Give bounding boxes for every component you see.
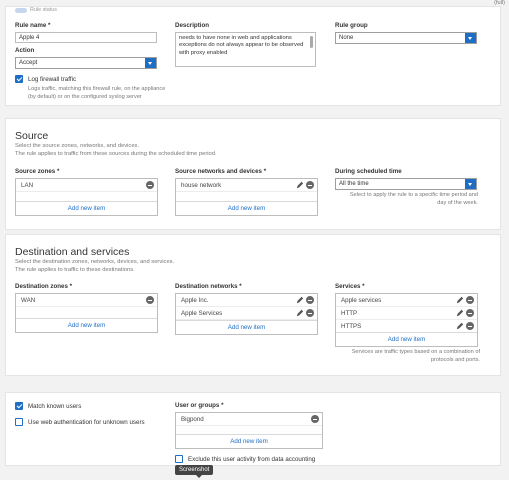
source-subtitle-1: Select the source zones, networks, and d…: [15, 143, 140, 149]
users-panel: Match known users Use web authentication…: [5, 392, 501, 466]
destination-subtitle-1: Select the destination zones, networks, …: [15, 259, 175, 265]
list-item-text: Apple Inc.: [181, 297, 209, 304]
destination-networks-label: Destination networks *: [175, 283, 242, 290]
source-subtitle-2: The rule applies to traffic from these s…: [15, 151, 217, 157]
log-traffic-help: Logs traffic, matching this firewall rul…: [28, 86, 166, 100]
source-title: Source: [15, 130, 49, 142]
list-item-text: HTTPS: [341, 323, 362, 330]
minus-circle-icon[interactable]: [466, 309, 474, 317]
exclude-accounting-label: Exclude this user activity from data acc…: [188, 456, 316, 463]
rule-status-toggle[interactable]: [15, 8, 27, 13]
source-panel: Source Select the source zones, networks…: [5, 118, 501, 230]
list-item: Apple Inc.: [176, 294, 317, 307]
destination-networks-list: Apple Inc. Apple Services Add new item: [175, 293, 318, 335]
list-item-text: Bigpond: [181, 416, 204, 423]
minus-circle-icon[interactable]: [466, 296, 474, 304]
source-networks-label: Source networks and devices *: [175, 168, 267, 175]
list-item: house network: [176, 179, 317, 192]
exclude-accounting-checkbox[interactable]: [175, 455, 183, 463]
destination-panel: Destination and services Select the dest…: [5, 234, 501, 376]
pencil-icon[interactable]: [456, 296, 464, 304]
screenshot-tooltip: Screenshot: [175, 465, 214, 478]
source-zones-label: Source zones *: [15, 168, 60, 175]
list-item-text: HTTP: [341, 310, 358, 317]
minus-circle-icon[interactable]: [466, 322, 474, 330]
list-item-text: WAN: [21, 297, 36, 304]
rule-panel: Rule status Rule name * Apple 4 Action A…: [5, 6, 501, 106]
description-textarea[interactable]: needs to have none in web and applicatio…: [175, 32, 316, 67]
destination-zones-add-button[interactable]: Add new item: [16, 318, 157, 332]
source-zones-list: LAN Add new item: [15, 178, 158, 216]
list-item: Apple services: [336, 294, 477, 307]
list-item-text: Apple services: [341, 297, 382, 304]
minus-circle-icon[interactable]: [306, 309, 314, 317]
description-scrollbar[interactable]: [310, 36, 313, 48]
list-item-text: Apple Services: [181, 310, 223, 317]
schedule-help: Select to apply the rule to a specific t…: [349, 192, 478, 206]
action-value: Accept: [19, 60, 38, 66]
description-text: needs to have none in web and applicatio…: [179, 35, 304, 56]
destination-zones-list: WAN Add new item: [15, 293, 158, 333]
services-list: Apple services HTTP HTTPS Add new item: [335, 293, 478, 347]
services-help: Services are traffic types based on a co…: [351, 349, 480, 363]
rule-status-label: Rule status: [30, 7, 57, 13]
services-add-button[interactable]: Add new item: [336, 332, 477, 346]
source-zones-add-button[interactable]: Add new item: [16, 201, 157, 215]
list-item: HTTP: [336, 307, 477, 320]
schedule-label: During scheduled time: [335, 168, 402, 175]
list-item: WAN: [16, 294, 157, 307]
list-item: LAN: [16, 179, 157, 192]
list-item-text: LAN: [21, 182, 34, 189]
log-traffic-label: Log firewall traffic: [28, 76, 77, 83]
minus-circle-icon[interactable]: [146, 296, 154, 304]
list-item-text: house network: [181, 182, 222, 189]
user-groups-add-button[interactable]: Add new item: [176, 434, 322, 448]
pencil-icon[interactable]: [456, 309, 464, 317]
rule-group-value: None: [339, 35, 354, 41]
rule-name-label: Rule name *: [15, 22, 51, 29]
destination-title: Destination and services: [15, 246, 130, 258]
log-traffic-checkbox[interactable]: [15, 75, 23, 83]
user-groups-label: User or groups *: [175, 402, 224, 409]
destination-zones-label: Destination zones *: [15, 283, 73, 290]
chevron-down-icon: [465, 33, 476, 43]
match-known-users-label: Match known users: [28, 403, 82, 410]
rule-name-input[interactable]: Apple 4: [15, 32, 157, 43]
web-auth-label: Use web authentication for unknown users: [28, 419, 145, 426]
list-item: Apple Services: [176, 307, 317, 320]
pencil-icon[interactable]: [296, 181, 304, 189]
minus-circle-icon[interactable]: [146, 181, 154, 189]
source-networks-add-button[interactable]: Add new item: [176, 201, 317, 215]
web-auth-checkbox[interactable]: [15, 418, 23, 426]
action-select[interactable]: Accept: [15, 57, 157, 69]
source-networks-list: house network Add new item: [175, 178, 318, 216]
user-groups-list: Bigpond Add new item: [175, 412, 323, 449]
match-known-users-checkbox[interactable]: [15, 402, 23, 410]
destination-subtitle-2: The rule applies to traffic to these des…: [15, 267, 135, 273]
rule-group-label: Rule group: [335, 22, 368, 29]
schedule-value: All the time: [339, 181, 369, 187]
list-item: Bigpond: [176, 413, 322, 426]
pencil-icon[interactable]: [296, 296, 304, 304]
rule-group-select[interactable]: None: [335, 32, 477, 44]
minus-circle-icon[interactable]: [311, 415, 319, 423]
action-label: Action: [15, 47, 35, 54]
chevron-down-icon: [465, 179, 476, 189]
pencil-icon[interactable]: [456, 322, 464, 330]
minus-circle-icon[interactable]: [306, 181, 314, 189]
destination-networks-add-button[interactable]: Add new item: [176, 320, 317, 334]
schedule-select[interactable]: All the time: [335, 178, 477, 190]
minus-circle-icon[interactable]: [306, 296, 314, 304]
chevron-down-icon: [145, 58, 156, 68]
services-label: Services *: [335, 283, 365, 290]
pencil-icon[interactable]: [296, 309, 304, 317]
description-label: Description: [175, 22, 210, 29]
